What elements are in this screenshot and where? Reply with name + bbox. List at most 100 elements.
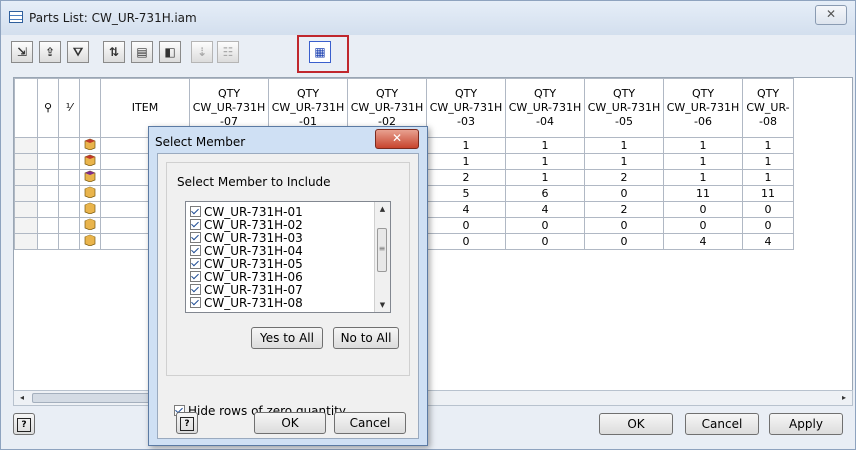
row-header-corner: [14, 78, 38, 138]
dialog-body: Select Member to Include ▲ ≡ ▼ CW_UR-731…: [157, 153, 419, 439]
part-icon: [79, 185, 101, 202]
column-header[interactable]: QTY CW_UR-731H -06: [663, 78, 743, 138]
table-cell: [37, 185, 59, 202]
column-header[interactable]: QTY CW_UR- -08: [742, 78, 794, 138]
dialog-cancel-button[interactable]: Cancel: [334, 412, 406, 434]
filter-icon[interactable]: ⛛: [67, 41, 89, 63]
qty-cell: 1: [742, 169, 794, 186]
table-cell: [58, 137, 80, 154]
scroll-thumb[interactable]: [32, 393, 152, 403]
row-header[interactable]: [14, 233, 38, 250]
qty-cell: 0: [663, 217, 743, 234]
qty-cell: 0: [505, 233, 585, 250]
checkbox-icon[interactable]: [190, 284, 201, 295]
table-cell: [37, 217, 59, 234]
dialog-ok-button[interactable]: OK: [254, 412, 326, 434]
dialog-title: Select Member: [155, 135, 246, 149]
member-label: CW_UR-731H-06: [204, 270, 303, 284]
properties-icon[interactable]: ◧: [159, 41, 181, 63]
main-apply-button[interactable]: Apply: [769, 413, 843, 435]
scroll-up-icon[interactable]: ▲: [375, 202, 390, 216]
help-icon: ?: [180, 417, 194, 431]
sort-icon[interactable]: ⇅: [103, 41, 125, 63]
column-header[interactable]: ⅟: [58, 78, 80, 138]
qty-cell: 11: [663, 185, 743, 202]
parts-list-icon: [9, 11, 23, 23]
table-cell: [37, 233, 59, 250]
member-list-item[interactable]: CW_UR-731H-08: [190, 297, 303, 310]
column-header[interactable]: QTY CW_UR-731H -05: [584, 78, 664, 138]
checkbox-icon[interactable]: [190, 219, 201, 230]
qty-cell: 1: [505, 153, 585, 170]
qty-cell: 1: [663, 137, 743, 154]
row-header[interactable]: [14, 169, 38, 186]
member-label: CW_UR-731H-01: [204, 205, 303, 219]
row-header[interactable]: [14, 153, 38, 170]
select-member-dialog: Select Member ✕ Select Member to Include…: [148, 126, 428, 446]
scroll-right-icon[interactable]: ▸: [836, 391, 852, 405]
qty-cell: 5: [426, 185, 506, 202]
dialog-help-button[interactable]: ?: [176, 412, 198, 434]
window-close-button[interactable]: ✕: [815, 5, 847, 25]
qty-cell: 0: [584, 217, 664, 234]
member-label: CW_UR-731H-04: [204, 244, 303, 258]
main-help-button[interactable]: ?: [13, 413, 35, 435]
row-header[interactable]: [14, 137, 38, 154]
member-select-highlight: [297, 35, 349, 73]
title-bar[interactable]: Parts List: CW_UR-731H.iam ✕: [1, 1, 855, 35]
qty-cell: 6: [505, 185, 585, 202]
table-cell: [37, 169, 59, 186]
export-icon[interactable]: ⇲: [11, 41, 33, 63]
scroll-down-icon[interactable]: ▼: [375, 298, 390, 312]
main-cancel-button[interactable]: Cancel: [685, 413, 759, 435]
row-header[interactable]: [14, 201, 38, 218]
assembly-icon: [79, 137, 101, 154]
qty-cell: 4: [505, 201, 585, 218]
qty-cell: 1: [663, 153, 743, 170]
checkbox-icon[interactable]: [190, 245, 201, 256]
member-group: Select Member to Include ▲ ≡ ▼ CW_UR-731…: [166, 162, 410, 376]
member-listbox[interactable]: ▲ ≡ ▼ CW_UR-731H-01 CW_UR-731H-02 CW_UR-73…: [185, 201, 391, 313]
qty-cell: 0: [584, 185, 664, 202]
table-cell: [58, 233, 80, 250]
column-header[interactable]: ⚲: [37, 78, 59, 138]
column-header[interactable]: QTY CW_UR-731H -03: [426, 78, 506, 138]
qty-cell: 2: [584, 201, 664, 218]
dialog-close-button[interactable]: ✕: [375, 129, 419, 149]
checkbox-icon[interactable]: [190, 271, 201, 282]
checkbox-icon[interactable]: [190, 206, 201, 217]
no-to-all-button[interactable]: No to All: [333, 327, 399, 349]
row-header[interactable]: [14, 185, 38, 202]
main-ok-button[interactable]: OK: [599, 413, 673, 435]
qty-cell: 1: [663, 169, 743, 186]
import-icon[interactable]: ⇪: [39, 41, 61, 63]
checkbox-icon[interactable]: [190, 297, 201, 308]
table-cell: [58, 169, 80, 186]
table-cell: [37, 153, 59, 170]
group-label: Select Member to Include: [177, 175, 331, 189]
column-chooser-icon[interactable]: ⇣: [191, 41, 213, 63]
member-label: CW_UR-731H-05: [204, 257, 303, 271]
table-cell: [37, 137, 59, 154]
listbox-scrollbar[interactable]: ▲ ≡ ▼: [374, 202, 390, 312]
checkbox-icon[interactable]: [190, 258, 201, 269]
member-label: CW_UR-731H-03: [204, 231, 303, 245]
help-icon: ?: [17, 418, 31, 432]
window-title: Parts List: CW_UR-731H.iam: [29, 11, 197, 25]
listbox-scroll-thumb[interactable]: ≡: [377, 228, 387, 272]
parts-list-grid: ⚲ ⅟ ITEM QTY CW_UR-731H -07 QTY CW_UR-731H -…: [13, 77, 853, 391]
column-header[interactable]: QTY CW_UR-731H -04: [505, 78, 585, 138]
renumber-icon[interactable]: ▤: [131, 41, 153, 63]
parts-list-window: Parts List: CW_UR-731H.iam ✕ ⇲ ⇪ ⛛ ⇅ ▤ ◧…: [0, 0, 856, 450]
qty-cell: 1: [584, 137, 664, 154]
qty-cell: 2: [584, 169, 664, 186]
checkbox-icon[interactable]: [190, 232, 201, 243]
qty-cell: 4: [426, 201, 506, 218]
qty-cell: 1: [742, 137, 794, 154]
yes-to-all-button[interactable]: Yes to All: [251, 327, 323, 349]
column-header[interactable]: [79, 78, 101, 138]
row-header[interactable]: [14, 217, 38, 234]
group-icon[interactable]: ☷: [217, 41, 239, 63]
scroll-left-icon[interactable]: ◂: [14, 391, 30, 405]
horizontal-scrollbar[interactable]: ◂ ▸: [13, 390, 853, 406]
